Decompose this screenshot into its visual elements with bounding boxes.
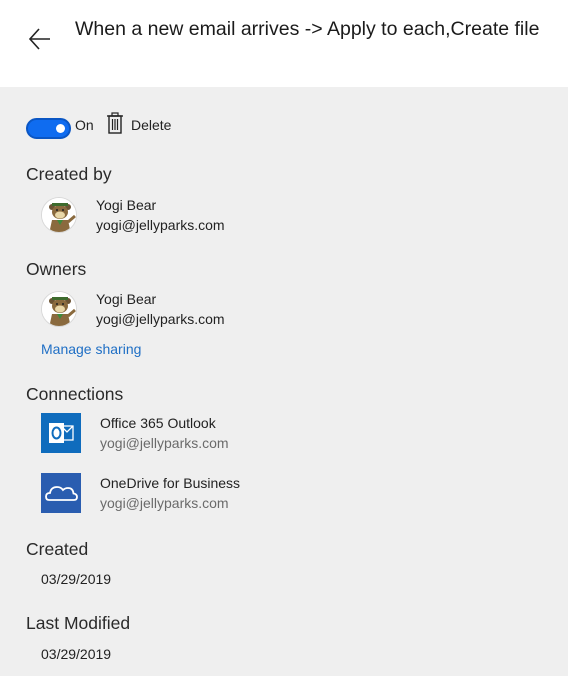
owner-email: yogi@jellyparks.com	[96, 311, 225, 327]
connection-account: yogi@jellyparks.com	[100, 495, 229, 511]
delete-button[interactable]: Delete	[106, 112, 186, 138]
creator-name: Yogi Bear	[96, 197, 157, 213]
trash-icon	[107, 112, 123, 134]
connection-item-onedrive[interactable]: OneDrive for Business yogi@jellyparks.co…	[41, 473, 341, 513]
created-heading: Created	[26, 539, 89, 559]
owner-item: Yogi Bear yogi@jellyparks.com	[41, 291, 341, 331]
connections-heading: Connections	[26, 384, 124, 404]
connection-item-outlook[interactable]: Office 365 Outlook yogi@jellyparks.com	[41, 413, 341, 453]
outlook-icon	[41, 413, 81, 453]
toggle-label: On	[75, 117, 94, 133]
owners-heading: Owners	[26, 259, 87, 279]
last-modified-heading: Last Modified	[26, 613, 131, 633]
owner-name: Yogi Bear	[96, 291, 157, 307]
bear-avatar-icon	[42, 292, 76, 326]
toggle-knob	[56, 124, 65, 133]
page-title: When a new email arrives -> Apply to eac…	[75, 18, 540, 40]
created-by-heading: Created by	[26, 164, 112, 184]
bear-avatar-icon	[42, 198, 76, 232]
manage-sharing-link[interactable]: Manage sharing	[41, 341, 141, 357]
connection-name: Office 365 Outlook	[100, 415, 216, 431]
flow-on-toggle[interactable]	[26, 118, 71, 139]
back-button[interactable]	[26, 26, 54, 52]
header-bar: When a new email arrives -> Apply to eac…	[0, 0, 568, 87]
connection-name: OneDrive for Business	[100, 475, 241, 491]
creator-item: Yogi Bear yogi@jellyparks.com	[41, 197, 341, 237]
creator-email: yogi@jellyparks.com	[96, 217, 225, 233]
avatar	[41, 291, 77, 327]
connection-account: yogi@jellyparks.com	[100, 435, 229, 451]
back-arrow-icon	[28, 28, 50, 50]
onedrive-icon	[41, 473, 81, 513]
delete-label: Delete	[131, 117, 172, 133]
avatar	[41, 197, 77, 233]
created-date: 03/29/2019	[41, 571, 112, 587]
last-modified-date: 03/29/2019	[41, 646, 112, 662]
